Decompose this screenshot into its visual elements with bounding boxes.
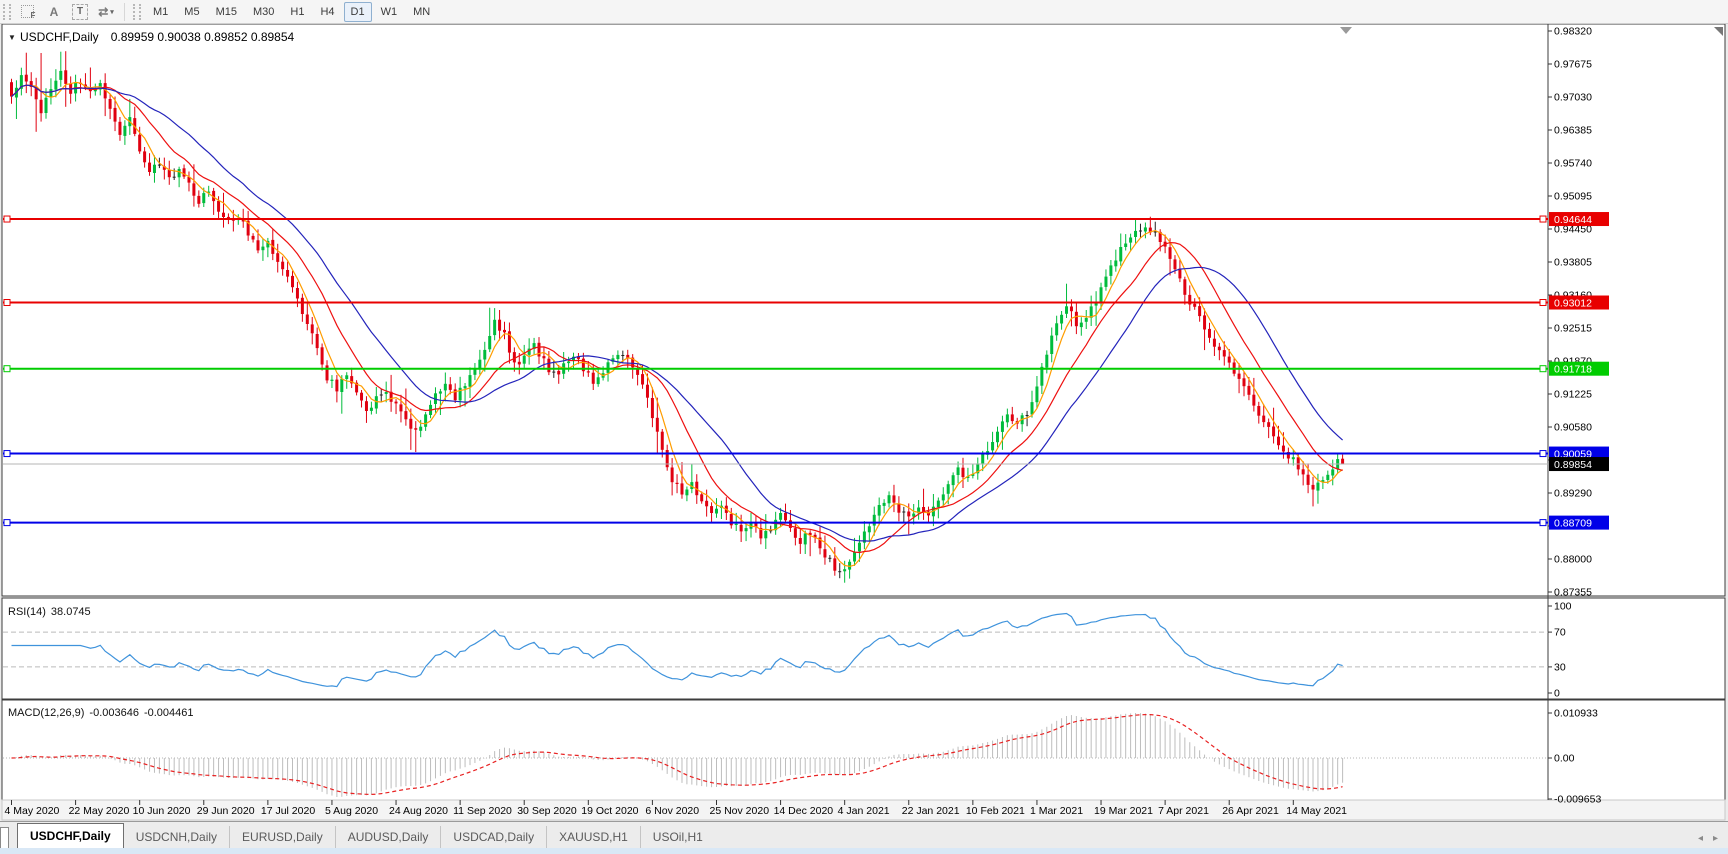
tab-usoil-h1[interactable]: USOil,H1 [640, 826, 715, 848]
timeframe-m5-button[interactable]: M5 [177, 2, 206, 22]
svg-text:▼: ▼ [8, 33, 16, 42]
svg-text:11 Sep 2020: 11 Sep 2020 [453, 805, 512, 817]
timeframe-w1-button[interactable]: W1 [374, 2, 405, 22]
svg-text:0.97675: 0.97675 [1554, 59, 1592, 71]
macd-label: MACD(12,26,9)-0.003646-0.004461 [8, 707, 194, 719]
tab-xauusd-h1[interactable]: XAUUSD,H1 [546, 826, 640, 848]
svg-text:0.89290: 0.89290 [1554, 488, 1592, 500]
timeframe-d1-button[interactable]: D1 [344, 2, 372, 22]
dropdown-caret-icon: ▾ [110, 8, 114, 16]
svg-text:0: 0 [1554, 688, 1560, 700]
svg-text:70: 70 [1554, 627, 1566, 639]
svg-text:1 Mar 2021: 1 Mar 2021 [1030, 805, 1083, 817]
svg-text:19 Oct 2020: 19 Oct 2020 [581, 805, 638, 817]
svg-text:7 Apr 2021: 7 Apr 2021 [1158, 805, 1209, 817]
tabs-scroll-left-icon[interactable]: ◂ [1698, 833, 1703, 844]
timeframe-h1-button[interactable]: H1 [283, 2, 311, 22]
svg-text:29 Jun 2020: 29 Jun 2020 [197, 805, 255, 817]
svg-text:30: 30 [1554, 661, 1566, 673]
top-toolbar: F A T ⇄▾ M1 M5 M15 M30 H1 H4 D1 W1 MN [0, 0, 1728, 24]
svg-text:0.91225: 0.91225 [1554, 389, 1592, 401]
status-strip [0, 848, 1728, 854]
text-tool-icon[interactable]: T [67, 1, 93, 22]
svg-text:0.95095: 0.95095 [1554, 191, 1592, 203]
tab-usdchf-daily[interactable]: USDCHF,Daily [17, 823, 124, 848]
svg-text:0.90580: 0.90580 [1554, 422, 1592, 434]
svg-text:0.96385: 0.96385 [1554, 125, 1592, 137]
svg-text:22 Jan 2021: 22 Jan 2021 [902, 805, 960, 817]
chart-title: ▼ USDCHF,Daily0.89959 0.90038 0.89852 0.8… [8, 30, 295, 44]
svg-text:0.88000: 0.88000 [1554, 554, 1592, 566]
cursor-a-icon[interactable]: A [41, 1, 67, 22]
svg-text:0.95740: 0.95740 [1554, 158, 1592, 170]
chart-area[interactable]: 0.98320 0.97675 0.97030 0.96385 0.95740 0.950… [0, 24, 1728, 821]
svg-text:0.91718: 0.91718 [1554, 364, 1592, 376]
crosshair-arrows-icon[interactable]: ⇄▾ [93, 1, 119, 22]
svg-text:-0.009653: -0.009653 [1554, 794, 1601, 806]
symbol-tab-bar: USDCHF,Daily USDCNH,Daily EURUSD,Daily A… [0, 821, 1728, 848]
svg-text:30 Sep 2020: 30 Sep 2020 [517, 805, 577, 817]
svg-text:14 Dec 2020: 14 Dec 2020 [774, 805, 834, 817]
svg-text:0.92515: 0.92515 [1554, 323, 1592, 335]
toolbar-separator [124, 3, 125, 21]
svg-text:100: 100 [1554, 601, 1572, 613]
svg-text:24 Aug 2020: 24 Aug 2020 [389, 805, 448, 817]
toolbar-grip[interactable] [3, 4, 11, 20]
svg-text:MACD(12,26,9)-0.003646-0.00446: MACD(12,26,9)-0.003646-0.004461 [8, 707, 194, 719]
svg-text:0.88709: 0.88709 [1554, 518, 1592, 530]
tab-bar-stub [0, 827, 9, 848]
timeframe-h4-button[interactable]: H4 [313, 2, 341, 22]
svg-text:0.87355: 0.87355 [1554, 587, 1592, 599]
svg-text:0.89854: 0.89854 [1554, 459, 1592, 471]
svg-text:0.97030: 0.97030 [1554, 92, 1592, 104]
timeframe-m15-button[interactable]: M15 [209, 2, 244, 22]
toolbar-grip-2[interactable] [133, 4, 141, 20]
svg-text:0.010933: 0.010933 [1554, 708, 1598, 720]
svg-text:5 Aug 2020: 5 Aug 2020 [325, 805, 378, 817]
timeframe-m30-button[interactable]: M30 [246, 2, 281, 22]
tab-usdcad-daily[interactable]: USDCAD,Daily [440, 826, 546, 848]
svg-text:6 Nov 2020: 6 Nov 2020 [645, 805, 699, 817]
tab-usdcnh-daily[interactable]: USDCNH,Daily [124, 826, 229, 848]
svg-text:0.93805: 0.93805 [1554, 257, 1592, 269]
svg-text:0.94644: 0.94644 [1554, 214, 1592, 226]
svg-text:4 May 2020: 4 May 2020 [5, 805, 60, 817]
svg-text:17 Jul 2020: 17 Jul 2020 [261, 805, 315, 817]
svg-text:26 Apr 2021: 26 Apr 2021 [1222, 805, 1279, 817]
tabs-scroll-right-icon[interactable]: ▸ [1713, 833, 1718, 844]
mt4-window: { "toolbar": { "icons": [ {"name": "char… [0, 0, 1728, 854]
svg-text:22 May 2020: 22 May 2020 [69, 805, 130, 817]
timeframe-mn-button[interactable]: MN [406, 2, 437, 22]
chart-grid-f-icon[interactable]: F [15, 1, 41, 22]
tab-eurusd-daily[interactable]: EURUSD,Daily [229, 826, 335, 848]
timeframe-m1-button[interactable]: M1 [146, 2, 175, 22]
svg-text:0.93012: 0.93012 [1554, 298, 1592, 310]
svg-text:10 Feb 2021: 10 Feb 2021 [966, 805, 1025, 817]
tab-scroll-arrows: ◂ ▸ [1698, 833, 1718, 844]
svg-text:USDCHF,Daily0.89959 0.90038 0.: USDCHF,Daily0.89959 0.90038 0.89852 0.89… [20, 30, 295, 44]
tab-audusd-daily[interactable]: AUDUSD,Daily [335, 826, 441, 848]
svg-text:14 May 2021: 14 May 2021 [1286, 805, 1347, 817]
svg-text:0.98320: 0.98320 [1554, 26, 1592, 38]
svg-text:10 Jun 2020: 10 Jun 2020 [133, 805, 191, 817]
svg-text:4 Jan 2021: 4 Jan 2021 [838, 805, 890, 817]
svg-text:0.00: 0.00 [1554, 753, 1575, 765]
svg-text:19 Mar 2021: 19 Mar 2021 [1094, 805, 1153, 817]
svg-text:25 Nov 2020: 25 Nov 2020 [709, 805, 769, 817]
